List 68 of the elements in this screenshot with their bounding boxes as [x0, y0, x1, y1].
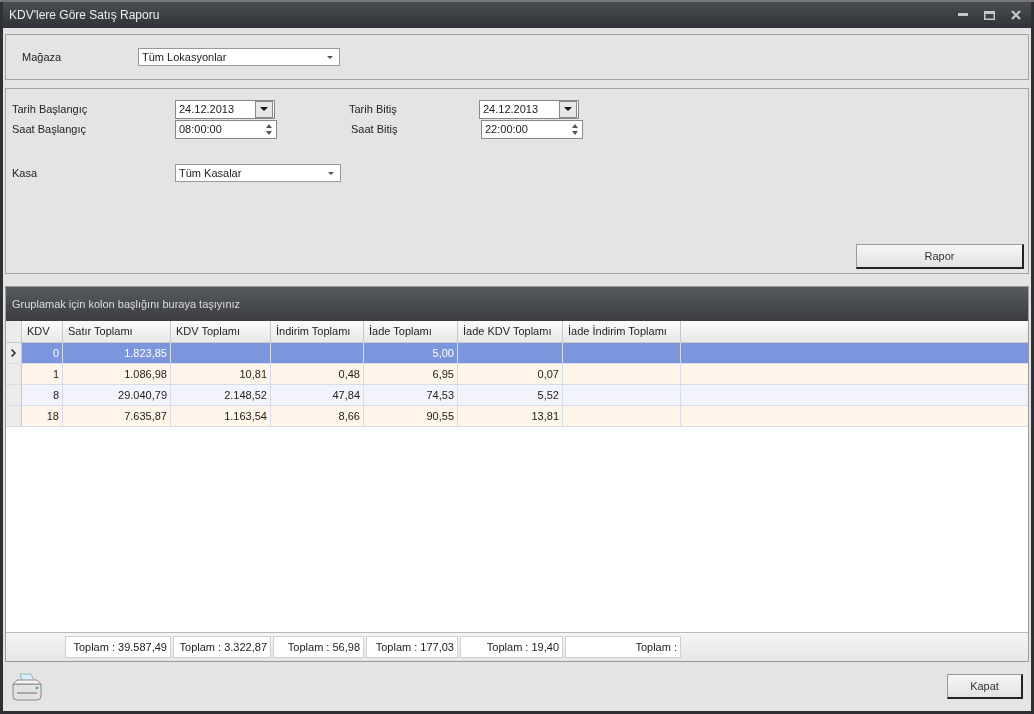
row-indicator [6, 406, 22, 426]
table-cell: 1.086,98 [63, 364, 171, 384]
table-cell: 8,66 [271, 406, 364, 426]
start-time-label: Saat Başlangıç [12, 123, 87, 135]
total-cell: Toplam : 3.322,87 [173, 636, 271, 658]
close-icon[interactable] [1011, 10, 1021, 20]
window-title: KDV'lere Göre Satış Raporu [9, 8, 160, 22]
caret-icon [564, 107, 572, 111]
register-dropdown[interactable]: Tüm Kasalar [175, 164, 341, 182]
report-button[interactable]: Rapor [856, 244, 1024, 269]
column-header[interactable]: İade KDV Toplamı [458, 321, 563, 342]
table-cell: 29.040,79 [63, 385, 171, 405]
column-header[interactable]: İndirim Toplamı [271, 321, 364, 342]
table-cell: 10,81 [171, 364, 271, 384]
column-header[interactable]: Satır Toplamı [63, 321, 171, 342]
end-time-label: Saat Bitiş [351, 123, 399, 135]
grid-row[interactable]: 1 1.086,98 10,81 0,48 6,95 0,07 [6, 364, 1028, 385]
row-indicator [6, 385, 22, 405]
spinner-icon[interactable] [266, 123, 272, 135]
total-cell: Toplam : 19,40 [460, 636, 563, 658]
start-date-field[interactable]: 24.12.2013 [175, 99, 275, 119]
table-cell: 1.163,54 [171, 406, 271, 426]
store-dropdown[interactable]: Tüm Lokasyonlar [138, 48, 340, 66]
dropdown-button[interactable] [255, 100, 273, 118]
table-cell: 18 [22, 406, 63, 426]
table-cell: 5,52 [458, 385, 563, 405]
total-cell: Toplam : [565, 636, 681, 658]
table-cell: 8 [22, 385, 63, 405]
grid-row[interactable]: 8 29.040,79 2.148,52 47,84 74,53 5,52 [6, 385, 1028, 406]
table-cell: 47,84 [271, 385, 364, 405]
table-cell: 0 [22, 343, 63, 363]
column-header[interactable]: KDV [22, 321, 63, 342]
start-time-field[interactable]: 08:00:00 [175, 119, 277, 139]
table-cell: 13,81 [458, 406, 563, 426]
table-cell: 74,53 [364, 385, 458, 405]
end-date-label: Tarih Bitiş [349, 103, 398, 115]
total-cell: Toplam : 177,03 [366, 636, 458, 658]
current-row-icon [11, 349, 16, 357]
caret-icon [328, 171, 334, 175]
end-date-field[interactable]: 24.12.2013 [479, 99, 579, 119]
table-cell: 7.635,87 [63, 406, 171, 426]
column-header[interactable]: İade Toplamı [364, 321, 458, 342]
table-cell: 0,07 [458, 364, 563, 384]
caret-icon [327, 55, 333, 59]
spinner-icon[interactable] [572, 123, 578, 135]
table-cell: 5,00 [364, 343, 458, 363]
table-cell: 6,95 [364, 364, 458, 384]
caret-icon [260, 107, 268, 111]
table-cell: 0,48 [271, 364, 364, 384]
column-header[interactable]: İade İndirim Toplamı [563, 321, 681, 342]
start-date-label: Tarih Başlangıç [12, 103, 89, 115]
dropdown-button[interactable] [559, 100, 577, 118]
minimize-icon[interactable] [958, 13, 968, 17]
column-header[interactable]: KDV Toplamı [171, 321, 271, 342]
maximize-icon[interactable] [984, 10, 995, 20]
table-cell: 1 [22, 364, 63, 384]
total-cell: Toplam : 56,98 [273, 636, 364, 658]
table-cell: 2.148,52 [171, 385, 271, 405]
end-time-field[interactable]: 22:00:00 [481, 119, 583, 139]
store-label: Mağaza [21, 51, 63, 63]
group-hint: Gruplamak için kolon başlığını buraya taşıyınız [12, 298, 241, 310]
grid-row[interactable]: 18 7.635,87 1.163,54 8,66 90,55 13,81 [6, 406, 1028, 427]
total-cell: Toplam : 39.587,49 [65, 636, 171, 658]
table-cell: 1.823,85 [63, 343, 171, 363]
table-cell: 90,55 [364, 406, 458, 426]
row-indicator [6, 364, 22, 384]
close-button[interactable]: Kapat [947, 674, 1023, 699]
register-label: Kasa [12, 167, 39, 179]
